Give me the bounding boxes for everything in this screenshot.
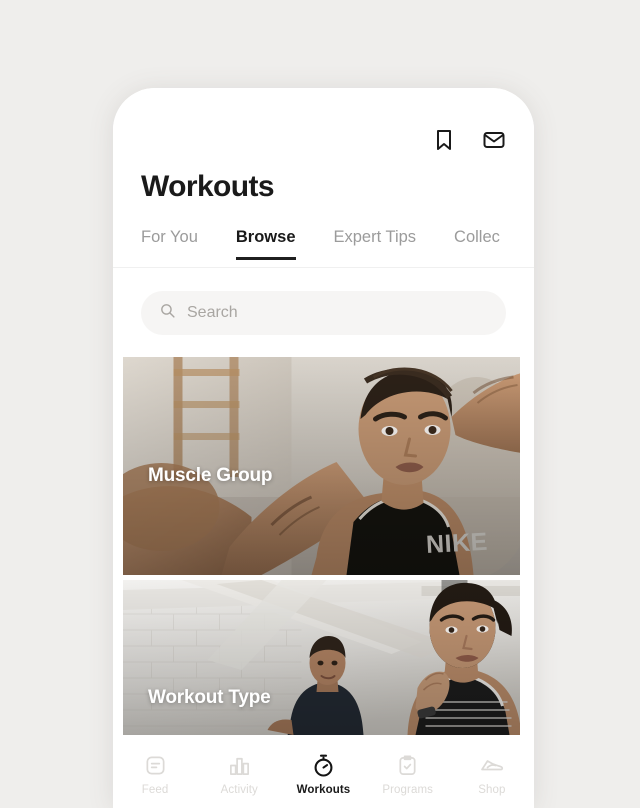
activity-icon: [228, 753, 251, 777]
tab-collections[interactable]: Collec: [454, 228, 500, 260]
nav-item-feed[interactable]: Feed: [116, 753, 194, 796]
clipboard-icon: [396, 753, 419, 777]
bottom-navigation: Feed Activity Workouts Programs Shop: [113, 744, 534, 808]
nav-item-programs[interactable]: Programs: [369, 753, 447, 796]
nav-label-feed: Feed: [141, 784, 169, 796]
card-label-workout-type: Workout Type: [148, 687, 271, 708]
tab-divider: [113, 267, 534, 268]
app-screen: Workouts For You Browse Expert Tips Coll…: [113, 88, 534, 808]
nav-item-activity[interactable]: Activity: [200, 753, 278, 796]
nav-item-workouts[interactable]: Workouts: [284, 753, 362, 796]
card-list: NIKE: [123, 357, 520, 808]
page-title: Workouts: [141, 170, 275, 203]
shoe-icon: [480, 753, 504, 777]
feed-icon: [144, 753, 167, 777]
card-label-muscle-group: Muscle Group: [148, 465, 273, 486]
phone-frame: Workouts For You Browse Expert Tips Coll…: [113, 88, 534, 808]
nav-label-activity: Activity: [220, 784, 258, 796]
bookmark-icon[interactable]: [432, 128, 456, 152]
card-workout-type[interactable]: Workout Type: [123, 580, 520, 735]
nav-item-shop[interactable]: Shop: [453, 753, 531, 796]
card-muscle-group[interactable]: NIKE: [123, 357, 520, 575]
tab-browse[interactable]: Browse: [235, 228, 296, 260]
nav-label-programs: Programs: [382, 784, 433, 796]
stopwatch-icon: [311, 753, 336, 777]
nav-label-workouts: Workouts: [296, 784, 351, 796]
nav-label-shop: Shop: [478, 784, 506, 796]
mail-icon[interactable]: [482, 128, 506, 152]
header-actions: [432, 128, 506, 152]
search-input[interactable]: [187, 304, 488, 322]
card-image-workout-type: [123, 580, 520, 735]
tab-bar: For You Browse Expert Tips Collec: [141, 228, 534, 268]
search-icon: [159, 302, 176, 324]
search-bar[interactable]: [141, 291, 506, 335]
tab-expert-tips[interactable]: Expert Tips: [334, 228, 417, 260]
tab-for-you[interactable]: For You: [141, 228, 198, 260]
